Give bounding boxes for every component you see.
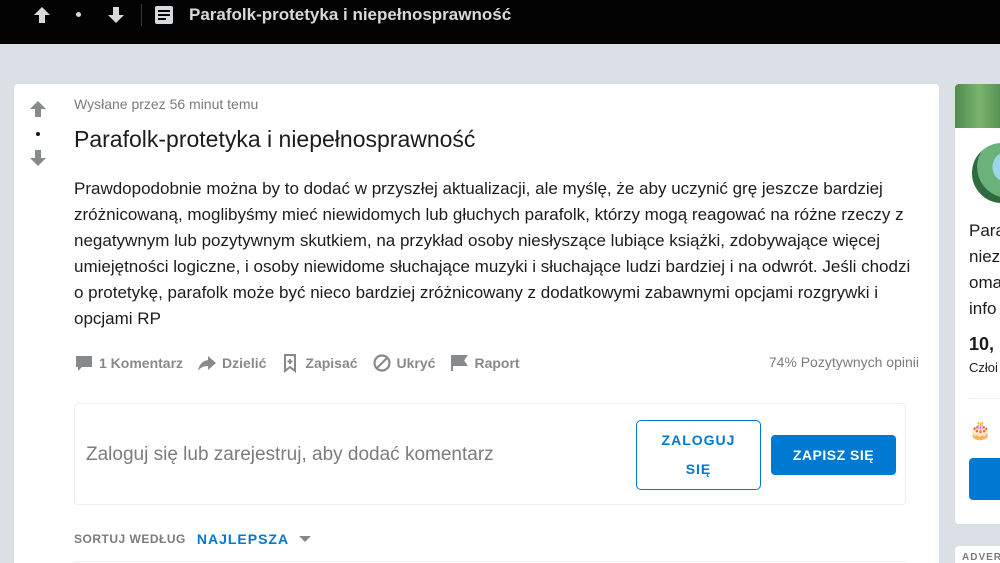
share-icon <box>198 356 217 371</box>
comment-icon <box>76 356 92 371</box>
share-label: Dzielić <box>222 355 267 371</box>
community-avatar[interactable] <box>969 140 1000 206</box>
description-line: Para <box>969 221 1000 240</box>
save-label: Zapisać <box>305 355 358 371</box>
sort-dropdown[interactable]: NAJLEPSZA <box>197 531 289 547</box>
signup-button[interactable]: ZAPISZ SIĘ <box>771 435 896 475</box>
caret-down-icon[interactable] <box>299 536 312 542</box>
comments-label: 1 Komentarz <box>99 355 184 371</box>
downvote-arrow-icon[interactable] <box>106 5 126 25</box>
comment-prompt: Zaloguj się lub zarejestruj, aby dodać k… <box>86 444 494 465</box>
hide-button[interactable]: Ukryć <box>372 353 436 373</box>
description-line: niez <box>969 247 1000 266</box>
hide-label: Ukryć <box>396 355 436 371</box>
members-label: Człoi <box>969 360 998 375</box>
text-post-icon <box>155 6 173 24</box>
sort-label: SORTUJ WEDŁUG <box>74 532 186 546</box>
ad-label: ADVER <box>962 552 1000 563</box>
vote-count-dot <box>76 12 81 17</box>
share-button[interactable]: Dzielić <box>197 353 266 373</box>
report-button[interactable]: Raport <box>449 353 520 373</box>
separator <box>141 4 142 26</box>
posted-by: Wysłane przez 56 minut temu <box>74 96 259 112</box>
description-line: oma <box>969 273 1000 292</box>
divider <box>74 561 906 562</box>
divider <box>969 398 1000 399</box>
upvote-icon[interactable] <box>28 99 48 119</box>
cake-icon: 🎂 <box>969 420 992 440</box>
join-button[interactable] <box>969 458 1000 500</box>
upvote-ratio: 74% Pozytywnych opinii <box>768 354 919 370</box>
community-sidebar: Para niez oma info 10, Człoi 🎂 <box>955 84 1000 524</box>
post-body: Prawdopodobnie można by to dodać w przys… <box>74 179 911 328</box>
login-button[interactable]: ZALOGUJ SIĘ <box>636 420 761 490</box>
post-title: Parafolk-protetyka i niepełnosprawność <box>74 126 476 152</box>
save-button[interactable]: Zapisać <box>280 353 358 373</box>
upvote-arrow-icon[interactable] <box>32 5 52 25</box>
login-button-line2: SIĘ <box>685 461 712 477</box>
sort-bar: SORTUJ WEDŁUG NAJLEPSZA <box>74 531 312 547</box>
advertisement-box: ADVER <box>955 546 1000 563</box>
report-label: Raport <box>474 355 520 371</box>
comment-login-box: Zaloguj się lub zarejestruj, aby dodać k… <box>74 403 906 505</box>
login-button-line1: ZALOGUJ <box>661 432 736 448</box>
top-bar: Parafolk-protetyka i niepełnosprawność <box>0 0 1000 44</box>
vote-score <box>36 132 40 136</box>
topbar-post-title: Parafolk-protetyka i niepełnosprawność <box>189 5 512 24</box>
hide-icon <box>372 354 391 372</box>
community-banner <box>955 84 1000 128</box>
description-line: info <box>969 299 997 318</box>
comments-button[interactable]: 1 Komentarz <box>74 353 183 373</box>
community-description: Para niez oma info <box>969 218 1000 322</box>
post-card: Wysłane przez 56 minut temu Parafolk-pro… <box>14 84 939 563</box>
post-actions: 1 Komentarz Dzielić Zapisać Ukryć Raport <box>74 350 534 376</box>
flag-icon <box>451 355 469 371</box>
downvote-icon[interactable] <box>28 148 48 168</box>
members-count: 10, <box>969 334 995 354</box>
bookmark-icon <box>284 354 297 373</box>
